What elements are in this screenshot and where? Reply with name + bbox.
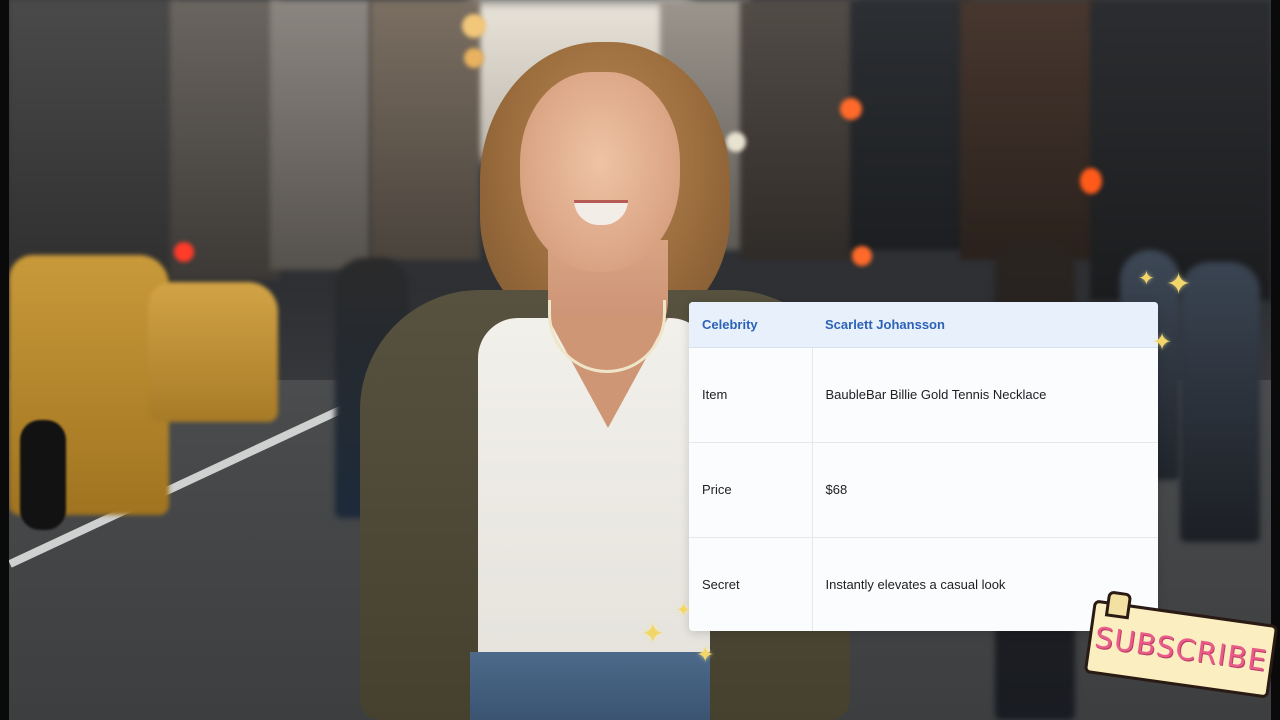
info-card: Celebrity Scarlett Johansson Item Bauble… — [689, 302, 1158, 631]
header-key-celebrity: Celebrity — [689, 302, 812, 348]
traffic-light — [852, 246, 872, 266]
building — [1090, 0, 1271, 300]
info-table: Celebrity Scarlett Johansson Item Bauble… — [689, 302, 1158, 631]
sparkle-icon: ✦ — [676, 600, 692, 621]
sparkle-icon: ✦ — [1138, 266, 1155, 290]
window-light — [464, 48, 484, 68]
table-row: Item BaubleBar Billie Gold Tennis Neckla… — [689, 347, 1158, 443]
street-lamp — [726, 132, 746, 152]
building — [850, 0, 970, 250]
building — [960, 0, 1100, 260]
traffic-light — [174, 242, 194, 262]
building — [170, 0, 280, 280]
building — [740, 0, 860, 260]
row-value-item: BaubleBar Billie Gold Tennis Necklace — [812, 347, 1158, 443]
sparkle-icon: ✦ — [1152, 328, 1173, 356]
subscribe-label: SUBSCRIBE — [1092, 620, 1270, 678]
table-row: Secret Instantly elevates a casual look — [689, 537, 1158, 631]
table-row: Price $68 — [689, 442, 1158, 538]
woman-face — [520, 72, 680, 272]
header-value-celebrity-name: Scarlett Johansson — [812, 302, 1158, 348]
row-value-price: $68 — [812, 442, 1158, 538]
sparkle-icon: ✦ — [696, 643, 715, 668]
building — [270, 0, 370, 270]
row-key-secret: Secret — [689, 537, 813, 631]
letterbox-bar — [1271, 0, 1280, 720]
table-header-row: Celebrity Scarlett Johansson — [689, 302, 1158, 348]
yellow-taxi — [148, 282, 278, 422]
woman-jeans — [470, 652, 710, 720]
sparkle-icon: ✦ — [641, 617, 665, 650]
taxi-wheel — [20, 420, 66, 530]
traffic-light — [1080, 168, 1102, 194]
row-key-item: Item — [689, 347, 813, 443]
sparkle-icon: ✦ — [1166, 267, 1192, 302]
pedestrian — [1180, 262, 1260, 542]
row-key-price: Price — [689, 442, 813, 538]
traffic-light — [840, 98, 862, 120]
window-light — [462, 14, 486, 38]
letterbox-bar — [0, 0, 9, 720]
building — [370, 0, 480, 260]
